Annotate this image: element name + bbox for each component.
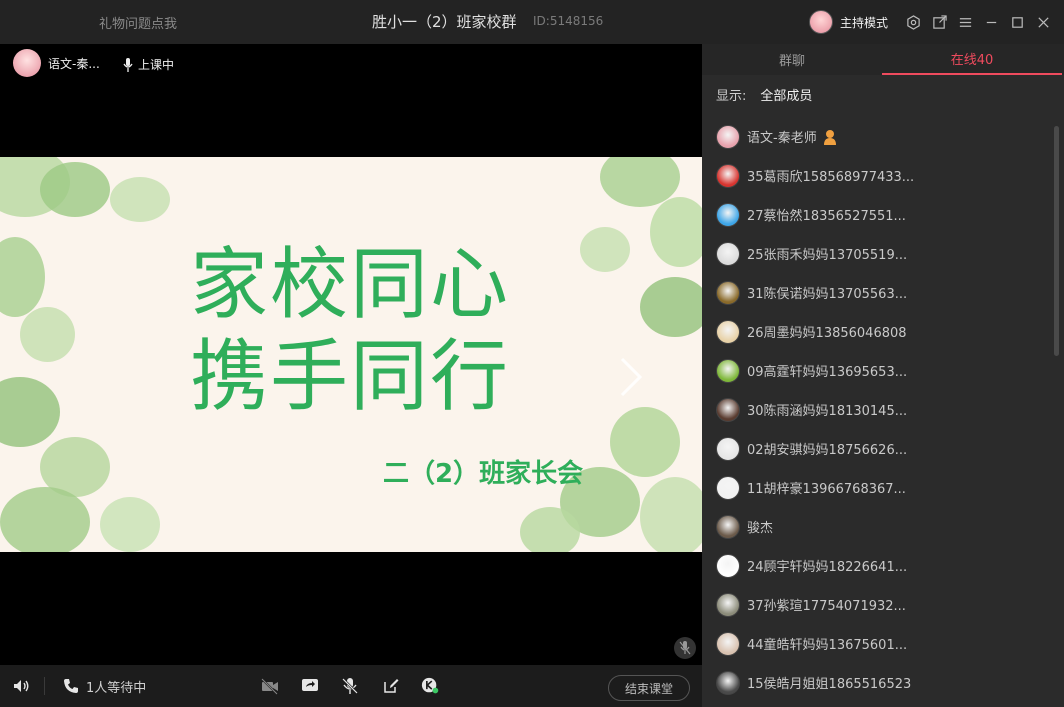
- member-name: 26周墨妈妈13856046808: [747, 326, 907, 341]
- tab-online-members[interactable]: 在线40: [882, 44, 1062, 75]
- member-item[interactable]: 35葛雨欣158568977433...: [702, 156, 1052, 195]
- screen-share-icon[interactable]: [301, 665, 319, 707]
- title-bar: 礼物问题点我 胜小一（2）班家校群 ID:5148156 主持模式: [0, 0, 1064, 44]
- member-avatar: [716, 553, 740, 578]
- member-avatar: [716, 475, 740, 500]
- member-avatar: [716, 631, 740, 656]
- member-name: 骏杰: [747, 521, 774, 536]
- member-name: 02胡安骐妈妈18756626...: [747, 443, 908, 458]
- host-badge-icon: [823, 129, 836, 145]
- side-panel: 群聊 在线40 显示: 全部成员 语文-秦老师 35葛雨欣158568977433…: [702, 44, 1064, 707]
- waiting-count: 1人等待中: [86, 680, 147, 696]
- member-item[interactable]: 15侯皓月姐姐1865516523: [702, 663, 1052, 702]
- class-status-text: 上课中: [138, 58, 175, 72]
- member-item[interactable]: 37孙紫瑄17754071932...: [702, 585, 1052, 624]
- host-avatar[interactable]: [808, 10, 833, 34]
- member-avatar: [716, 280, 740, 305]
- member-name: 25张雨禾妈妈13705519...: [747, 248, 908, 263]
- member-name: 31陈俣诺妈妈13705563...: [747, 287, 908, 302]
- member-avatar: [716, 202, 740, 227]
- filter-value[interactable]: 全部成员: [760, 85, 812, 104]
- member-list: 语文-秦老师 35葛雨欣158568977433... 27蔡怡然183565275…: [702, 117, 1052, 702]
- teacher-name: 语文-秦...: [48, 56, 100, 71]
- phone-icon: [64, 679, 78, 693]
- member-name: 语文-秦老师: [747, 131, 817, 146]
- member-avatar: [716, 514, 740, 539]
- maximize-icon[interactable]: [1004, 9, 1030, 35]
- member-item[interactable]: 44童皓轩妈妈13675601...: [702, 624, 1052, 663]
- slide-title: 家校同心 携手同行: [190, 239, 510, 423]
- member-name: 27蔡怡然18356527551...: [747, 209, 906, 224]
- microphone-icon: [123, 57, 133, 72]
- close-icon[interactable]: [1030, 9, 1056, 35]
- member-avatar: [716, 241, 740, 266]
- member-name: 24顾宇轩妈妈18226641...: [747, 560, 908, 575]
- group-id: ID:5148156: [533, 14, 604, 28]
- member-filter[interactable]: 显示: 全部成员: [702, 75, 1064, 113]
- member-item[interactable]: 24顾宇轩妈妈18226641...: [702, 546, 1052, 585]
- minimize-icon[interactable]: [978, 9, 1004, 35]
- next-slide-icon[interactable]: [618, 355, 644, 399]
- presentation-slide: 家校同心 携手同行 二（2）班家长会: [0, 157, 702, 552]
- member-avatar: [716, 319, 740, 344]
- member-item[interactable]: 27蔡怡然18356527551...: [702, 195, 1052, 234]
- tab-group-chat[interactable]: 群聊: [702, 44, 882, 75]
- member-item[interactable]: 30陈雨涵妈妈18130145...: [702, 390, 1052, 429]
- slide-subtitle: 二（2）班家长会: [383, 459, 584, 489]
- gift-help-link[interactable]: 礼物问题点我: [99, 13, 177, 32]
- member-avatar: [716, 436, 740, 461]
- end-class-button[interactable]: 结束课堂: [608, 675, 690, 701]
- edit-icon[interactable]: [382, 665, 400, 707]
- mic-off-icon[interactable]: [341, 665, 359, 707]
- popout-icon[interactable]: [926, 9, 952, 35]
- member-avatar: [716, 163, 740, 188]
- settings-icon[interactable]: [900, 9, 926, 35]
- member-avatar: [716, 358, 740, 383]
- teacher-avatar: [13, 49, 41, 77]
- member-item[interactable]: 语文-秦老师: [702, 117, 1052, 156]
- mic-muted-icon[interactable]: [674, 637, 696, 659]
- member-list-scrollbar[interactable]: [1054, 126, 1059, 356]
- host-mode-label[interactable]: 主持模式: [840, 14, 888, 31]
- member-item[interactable]: 31陈俣诺妈妈13705563...: [702, 273, 1052, 312]
- member-avatar: [716, 397, 740, 422]
- speaker-icon[interactable]: [12, 665, 30, 707]
- teacher-chip: 语文-秦...: [13, 49, 100, 77]
- member-item[interactable]: 25张雨禾妈妈13705519...: [702, 234, 1052, 273]
- slide-title-line2: 携手同行: [190, 332, 511, 422]
- member-item[interactable]: 骏杰: [702, 507, 1052, 546]
- member-avatar: [716, 670, 740, 695]
- member-item[interactable]: 26周墨妈妈13856046808: [702, 312, 1052, 351]
- member-item[interactable]: 11胡梓豪13966768367...: [702, 468, 1052, 507]
- member-avatar: [716, 592, 740, 617]
- member-name: 30陈雨涵妈妈18130145...: [747, 404, 908, 419]
- window-title: 胜小一（2）班家校群: [372, 13, 517, 31]
- class-status: 上课中: [122, 56, 174, 73]
- member-name: 44童皓轩妈妈13675601...: [747, 638, 908, 653]
- camera-off-icon[interactable]: [261, 665, 279, 707]
- member-item[interactable]: 09高霆轩妈妈13695653...: [702, 351, 1052, 390]
- waiting-queue[interactable]: 1人等待中: [62, 665, 146, 707]
- video-area: 语文-秦... 上课中 家校同心 携手同行 二（2）班家长会: [0, 44, 702, 665]
- k-app-icon[interactable]: [421, 665, 439, 707]
- member-name: 37孙紫瑄17754071932...: [747, 599, 906, 614]
- member-name: 09高霆轩妈妈13695653...: [747, 365, 908, 380]
- slide-title-line1: 家校同心: [190, 240, 511, 330]
- filter-label: 显示:: [716, 88, 747, 104]
- member-name: 35葛雨欣158568977433...: [747, 170, 915, 185]
- member-item[interactable]: 02胡安骐妈妈18756626...: [702, 429, 1052, 468]
- menu-icon[interactable]: [952, 9, 978, 35]
- member-avatar: [716, 124, 740, 149]
- member-name: 15侯皓月姐姐1865516523: [747, 677, 912, 692]
- bottom-toolbar: 1人等待中 结束课堂: [0, 665, 702, 707]
- member-name: 11胡梓豪13966768367...: [747, 482, 906, 497]
- panel-tabs: 群聊 在线40: [702, 44, 1064, 75]
